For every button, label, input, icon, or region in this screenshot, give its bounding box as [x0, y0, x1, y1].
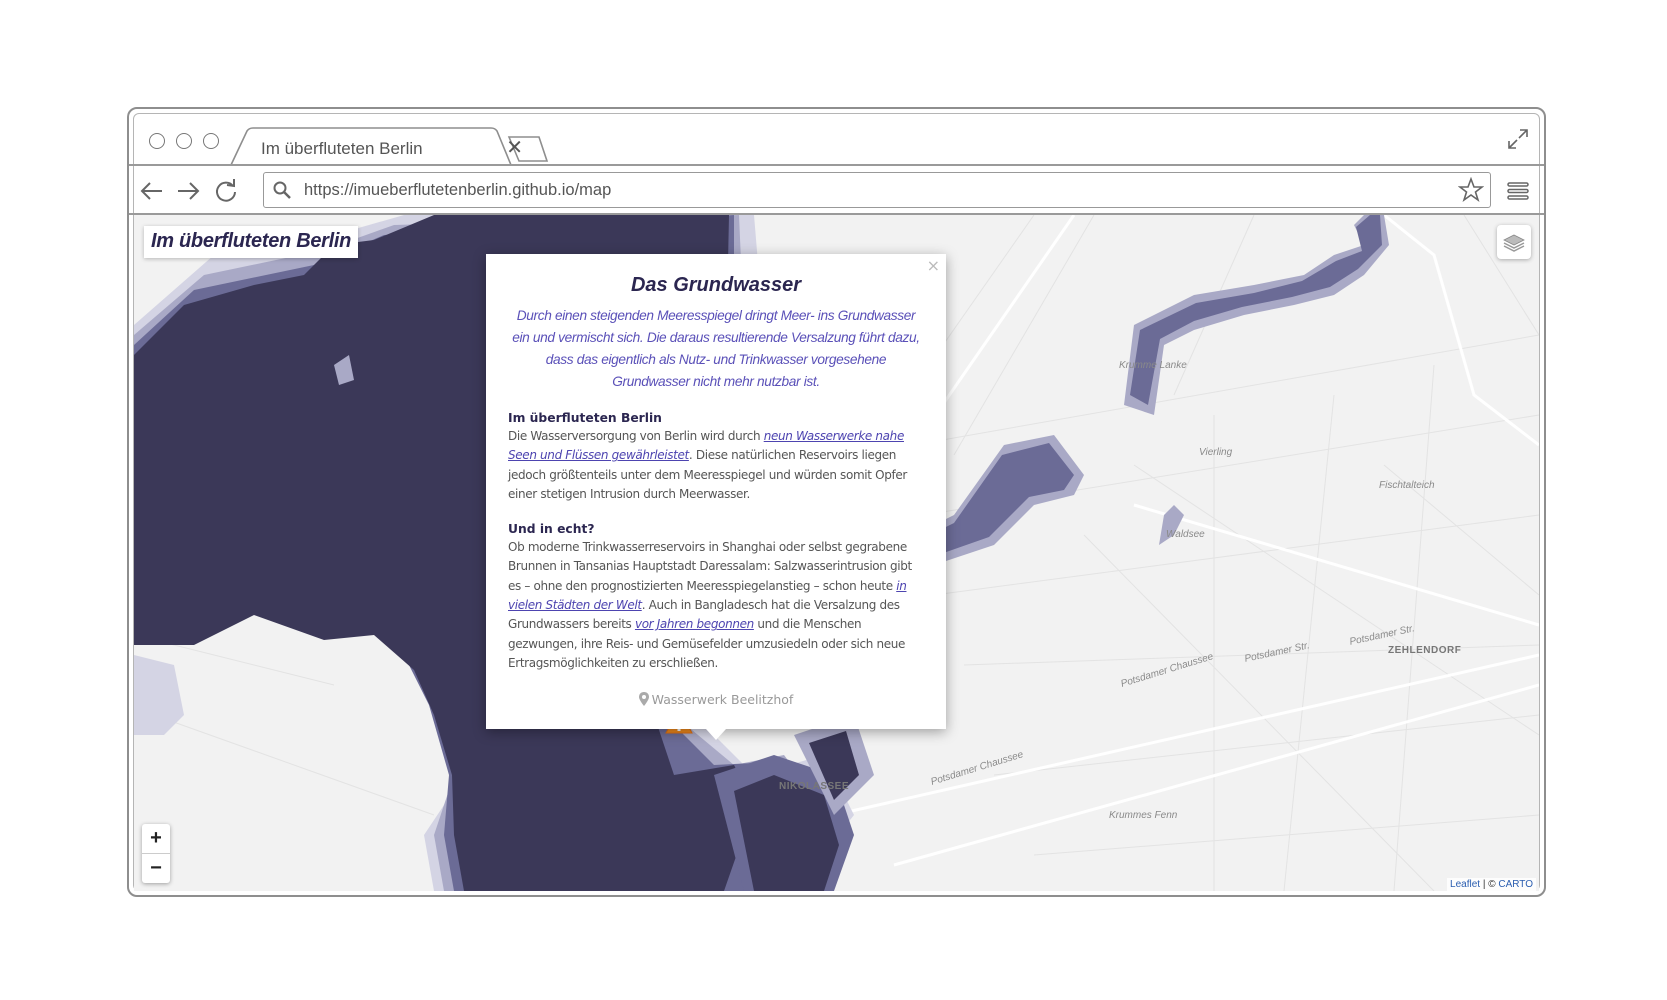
tab-active[interactable]: Im überfluteten Berlin ✕ [241, 129, 531, 165]
window-close-dot[interactable] [149, 133, 165, 149]
layers-icon [1503, 234, 1525, 252]
years-link[interactable]: vor Jahren begonnen [635, 617, 754, 631]
forward-arrow-icon[interactable] [175, 178, 201, 204]
leaflet-link[interactable]: Leaflet [1450, 879, 1480, 890]
tab-close-icon[interactable]: ✕ [506, 135, 523, 160]
map-canvas[interactable]: Krumme Lanke Vierling Waldsee Fischtalte… [134, 215, 1539, 891]
attribution-separator: | © [1480, 879, 1499, 890]
expand-icon[interactable] [1506, 127, 1530, 151]
search-icon [273, 181, 291, 199]
lake-label: Fischtalteich [1379, 480, 1435, 491]
popup-location: Wasserwerk Beelitzhof [486, 692, 946, 707]
window-maximize-dot[interactable] [203, 133, 219, 149]
text-fragment: Die Wasserversorgung von Berlin wird dur… [508, 429, 764, 443]
lake-label: Waldsee [1166, 529, 1205, 540]
text-fragment: Ob moderne Trinkwasserreservoirs in Shan… [508, 540, 912, 593]
tab-bar: Im überfluteten Berlin ✕ [129, 109, 1544, 166]
section-text: Ob moderne Trinkwasserreservoirs in Shan… [508, 538, 924, 673]
menu-icon[interactable] [1505, 178, 1531, 204]
nav-bar: https://imueberflutetenberlin.github.io/… [129, 166, 1544, 214]
zoom-out-button[interactable]: − [142, 853, 170, 883]
popup-title: Das Grundwasser [630, 274, 802, 296]
bookmark-star-icon[interactable] [1458, 177, 1484, 203]
url-text: https://imueberflutetenberlin.github.io/… [304, 181, 612, 199]
zoom-in-button[interactable]: + [142, 824, 170, 853]
info-popup: × Das Grundwasser Durch einen steigenden… [486, 254, 946, 729]
back-arrow-icon[interactable] [139, 178, 165, 204]
address-bar[interactable]: https://imueberflutetenberlin.github.io/… [263, 172, 1491, 208]
lake-label: Krummes Fenn [1109, 810, 1178, 821]
popup-tip [706, 729, 726, 740]
carto-link[interactable]: CARTO [1498, 879, 1533, 890]
lake-label: Vierling [1199, 447, 1233, 458]
popup-lead: Durch einen steigenden Meeresspiegel dri… [512, 308, 920, 389]
window-minimize-dot[interactable] [176, 133, 192, 149]
section-heading: Und in echt? [508, 522, 595, 537]
map-attribution: Leaflet | © CARTO [1447, 878, 1536, 891]
popup-close-button[interactable]: × [927, 256, 940, 275]
district-label: ZEHLENDORF [1388, 645, 1462, 656]
section-heading: Im überfluteten Berlin [508, 411, 662, 425]
layers-control[interactable] [1497, 225, 1531, 259]
reload-icon[interactable] [213, 178, 239, 204]
location-pin-icon [638, 692, 649, 706]
zoom-control: + − [142, 824, 170, 883]
tab-title: Im überfluteten Berlin [261, 139, 423, 158]
map-title: Im überfluteten Berlin [144, 226, 359, 258]
location-name: Wasserwerk Beelitzhof [651, 692, 794, 707]
district-label: NIKOLASSEE [779, 781, 850, 792]
lake-label: Krumme Lanke [1119, 360, 1187, 371]
section-text: Die Wasserversorgung von Berlin wird dur… [508, 427, 924, 504]
browser-window: Im überfluteten Berlin ✕ https://imueber… [127, 107, 1546, 897]
